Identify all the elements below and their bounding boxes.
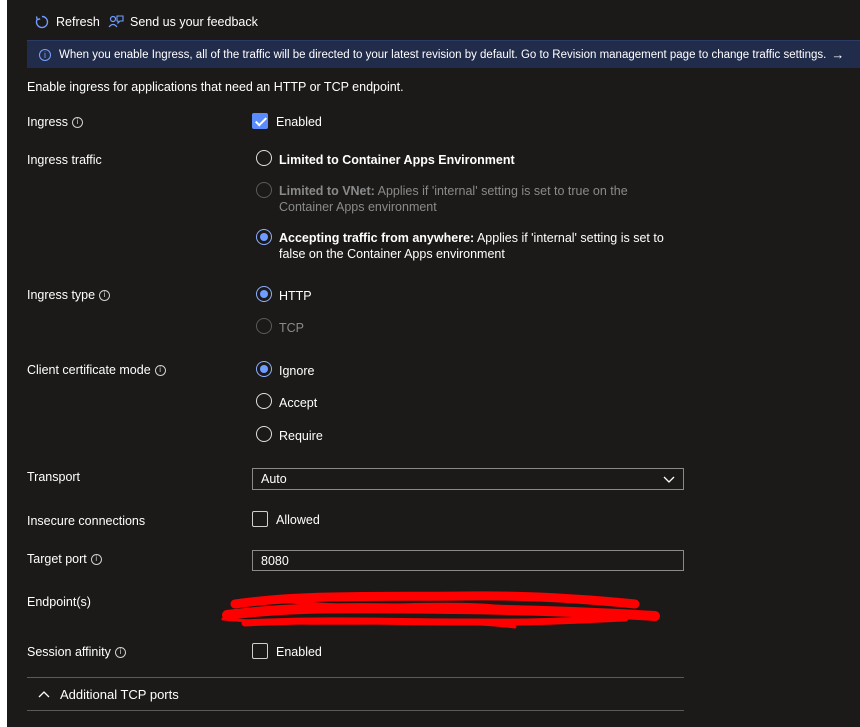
- endpoints-label: Endpoint(s): [27, 595, 91, 609]
- ingress-enabled-label: Enabled: [276, 115, 322, 129]
- radio-require[interactable]: [256, 426, 272, 442]
- refresh-label: Refresh: [56, 15, 100, 29]
- info-banner[interactable]: i When you enable Ingress, all of the tr…: [27, 40, 860, 68]
- refresh-button[interactable]: Refresh: [34, 14, 100, 30]
- feedback-button[interactable]: Send us your feedback: [108, 14, 258, 30]
- info-icon[interactable]: i: [90, 553, 102, 565]
- feedback-label: Send us your feedback: [130, 15, 258, 29]
- info-icon[interactable]: i: [99, 289, 111, 301]
- transport-select[interactable]: Auto: [252, 468, 684, 490]
- option-ignore: Ignore: [279, 364, 315, 378]
- target-port-label-text: Target port: [27, 552, 87, 566]
- ingress-enabled-checkbox[interactable]: [252, 113, 268, 129]
- radio-tcp[interactable]: [256, 318, 272, 334]
- additional-tcp-ports-label: Additional TCP ports: [60, 687, 179, 702]
- ingress-label-text: Ingress: [27, 115, 68, 129]
- ingress-traffic-label: Ingress traffic: [27, 153, 102, 167]
- session-affinity-label: Session affinity i: [27, 645, 126, 659]
- option-title: Limited to Container Apps Environment: [279, 153, 515, 167]
- client-cert-label-text: Client certificate mode: [27, 363, 151, 377]
- option-title: Limited to VNet:: [279, 184, 375, 198]
- option-limited-to-environment: Limited to Container Apps Environment: [279, 152, 515, 168]
- info-icon[interactable]: i: [114, 646, 126, 658]
- radio-ignore[interactable]: [256, 361, 272, 377]
- option-accepting-from-anywhere: Accepting traffic from anywhere: Applies…: [279, 230, 679, 262]
- session-affinity-checkbox[interactable]: [252, 643, 268, 659]
- info-icon[interactable]: i: [72, 116, 83, 128]
- intro-text: Enable ingress for applications that nee…: [27, 80, 404, 94]
- session-affinity-label-text: Session affinity: [27, 645, 111, 659]
- divider: [27, 677, 684, 678]
- target-port-input[interactable]: 8080: [252, 550, 684, 571]
- radio-limited-to-vnet[interactable]: [256, 182, 272, 198]
- chevron-up-icon: [38, 690, 50, 697]
- ingress-label: Ingress i: [27, 115, 83, 129]
- info-icon: i: [39, 48, 51, 61]
- arrow-right-icon: →: [831, 47, 845, 62]
- insecure-allowed-checkbox[interactable]: [252, 511, 268, 527]
- divider: [27, 710, 684, 711]
- session-affinity-enabled-label: Enabled: [276, 645, 322, 659]
- ingress-type-label: Ingress type i: [27, 288, 111, 302]
- option-tcp: TCP: [279, 321, 304, 335]
- radio-accepting-from-anywhere[interactable]: [256, 229, 272, 245]
- feedback-icon: [108, 15, 124, 28]
- option-title: Accepting traffic from anywhere:: [279, 231, 475, 245]
- ingress-type-label-text: Ingress type: [27, 288, 96, 302]
- client-cert-label: Client certificate mode i: [27, 363, 166, 377]
- additional-tcp-ports-toggle[interactable]: Additional TCP ports: [38, 687, 179, 702]
- option-require: Require: [279, 429, 323, 443]
- option-accept: Accept: [279, 396, 318, 410]
- radio-limited-to-environment[interactable]: [256, 150, 272, 166]
- refresh-icon: [35, 15, 49, 29]
- chevron-down-icon: [663, 476, 675, 483]
- radio-accept[interactable]: [256, 393, 272, 409]
- option-limited-to-vnet: Limited to VNet: Applies if 'internal' s…: [279, 183, 679, 215]
- target-port-value: 8080: [261, 553, 289, 568]
- redaction-scribble: [221, 591, 660, 629]
- window-edge: [0, 0, 7, 727]
- target-port-label: Target port i: [27, 552, 102, 566]
- radio-http[interactable]: [256, 286, 272, 302]
- banner-text: When you enable Ingress, all of the traf…: [59, 48, 827, 61]
- insecure-allowed-label: Allowed: [276, 513, 320, 527]
- insecure-label: Insecure connections: [27, 514, 146, 528]
- transport-value: Auto: [261, 472, 287, 486]
- info-icon[interactable]: i: [154, 364, 166, 376]
- option-http: HTTP: [279, 289, 312, 303]
- transport-label: Transport: [27, 470, 81, 484]
